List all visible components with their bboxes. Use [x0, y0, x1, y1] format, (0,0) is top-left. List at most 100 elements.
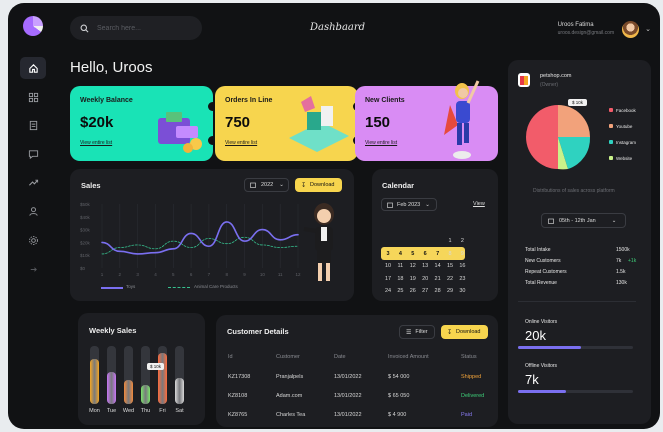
legend-swatch-animal-care [168, 287, 190, 288]
user-name: Uroos Fatima [557, 22, 594, 28]
sidebar-item-messages[interactable] [20, 143, 46, 165]
table-cell-customer: Pranjalpels [276, 374, 304, 380]
x-tick-label: 4 [154, 272, 157, 277]
x-tick-label: 9 [243, 272, 246, 277]
page-title: Dashbaard [310, 22, 366, 33]
weekly-day-label: Tue [106, 408, 117, 414]
legend-label: Instagram [616, 139, 637, 145]
legend-label: Animal Care Products [194, 284, 238, 289]
stat-label: New Customers [525, 258, 561, 264]
view-list-link[interactable]: View entire list [80, 140, 112, 146]
table-row[interactable]: KZ8108 Adam.com 13/01/2022 $ 65 050 Delivere… [228, 393, 488, 401]
weekly-bar[interactable] [107, 372, 116, 404]
shop-role: (Owner) [540, 82, 559, 88]
view-list-link[interactable]: View entire list [225, 140, 257, 146]
app-logo [23, 16, 43, 36]
x-tick-label: 1 [101, 272, 104, 277]
legend-label: Facebook [616, 107, 636, 113]
sidebar-item-documents[interactable] [20, 114, 46, 136]
date-range-select[interactable]: 05th - 12th Jan ⌄ [541, 213, 626, 228]
user-menu[interactable]: Uroos Fatima uroos.design@gmail.com ⌄ [558, 16, 651, 42]
stat-card-orders[interactable]: Orders In Line 750 View entire list [215, 86, 358, 161]
topbar: Dashbaard Uroos Fatima uroos.design@gmai… [70, 16, 655, 42]
view-list-link[interactable]: View entire list [365, 140, 397, 146]
sales-download-button[interactable]: ↧ Download [295, 178, 342, 192]
calendar-day[interactable]: 16 [455, 261, 469, 271]
table-cell-amount: $ 65 050 [388, 393, 410, 399]
weekly-sales-title: Weekly Sales [89, 326, 137, 335]
table-cell-amount: $ 4 900 [388, 412, 407, 418]
weekly-bar[interactable] [141, 385, 150, 404]
weekly-bar[interactable] [90, 358, 99, 404]
year-select[interactable]: 2022 ⌄ [244, 178, 289, 192]
x-tick-label: 8 [225, 272, 228, 277]
online-visitors-label: Online Visitors [525, 319, 558, 325]
filter-icon: ☰ [406, 329, 412, 336]
table-cell-status: Paid [461, 412, 473, 418]
calendar-title: Calendar [382, 181, 415, 190]
calendar-day[interactable]: 9 [455, 249, 469, 259]
search-box[interactable] [70, 16, 202, 40]
weekly-bar[interactable] [158, 352, 167, 404]
table-cell-customer: Adam.com [276, 393, 303, 399]
sidebar-item-grid[interactable] [20, 86, 46, 108]
legend-swatch [609, 124, 613, 128]
table-row[interactable]: KZ8765 Charles Tea 13/01/2022 $ 4 900 Paid [228, 412, 488, 420]
weekly-day-label: Fri [159, 408, 166, 414]
user-icon [28, 206, 38, 216]
wallet-illustration [158, 112, 202, 153]
chevron-down-icon: ⌄ [279, 182, 284, 188]
shopping-illustration [289, 96, 349, 152]
calendar-view-link[interactable]: View [473, 201, 485, 207]
legend-swatch [609, 140, 613, 144]
sidebar-item-logout[interactable] [20, 258, 46, 280]
filter-button[interactable]: ☰ Filter [399, 325, 435, 339]
table-row[interactable]: KZ17308 Pranjalpels 13/01/2022 $ 54 000 Ship… [228, 374, 488, 382]
calendar-day[interactable]: 2 [455, 236, 469, 246]
month-select[interactable]: Feb 2023 ⌄ [381, 198, 437, 211]
sidebar-item-analytics[interactable] [20, 171, 46, 193]
legend-label: Toys [126, 284, 136, 289]
weekly-day-label: Sat [175, 408, 184, 414]
chevron-down-icon: ⌄ [425, 201, 430, 208]
offline-visitors-label: Offline Visitors [525, 363, 558, 369]
stat-change: +1k [628, 258, 637, 264]
y-tick-label: $10k [80, 253, 91, 258]
platform-pie-chart [526, 105, 591, 170]
weekly-bar[interactable] [124, 379, 133, 404]
weekly-tooltip: $ 10k [147, 363, 165, 370]
sidebar-item-home[interactable] [20, 57, 46, 79]
download-icon: ↧ [447, 329, 453, 336]
x-tick-label: 6 [190, 272, 193, 277]
avatar[interactable] [622, 20, 640, 38]
weekly-day-label: Wed [122, 408, 135, 414]
calendar-icon [548, 218, 554, 224]
sidebar-item-profile[interactable] [20, 200, 46, 222]
offline-visitors-value: 7k [525, 372, 539, 387]
document-icon [29, 120, 37, 130]
table-cell-date: 13/01/2022 [334, 374, 362, 380]
stat-card-weekly-balance[interactable]: Weekly Balance $20k View entire list [70, 86, 213, 161]
calendar-day[interactable]: 23 [455, 274, 469, 284]
weekly-bar[interactable] [175, 377, 184, 404]
home-icon [28, 63, 38, 73]
table-cell-amount: $ 54 000 [388, 374, 410, 380]
month-value: Feb 2023 [397, 201, 421, 208]
year-value: 2022 [261, 182, 274, 188]
column-header: Status [461, 354, 477, 360]
calendar-icon [387, 202, 393, 208]
sidebar [8, 3, 60, 429]
chevron-down-icon[interactable]: ⌄ [645, 25, 651, 33]
customers-download-button[interactable]: ↧ Download [441, 325, 488, 339]
calendar-icon [250, 182, 256, 188]
calendar-day[interactable]: 30 [455, 286, 469, 296]
search-input[interactable] [97, 24, 187, 32]
y-tick-label: $20k [80, 240, 91, 245]
pie-tooltip: $ 10k [568, 99, 588, 106]
sidebar-item-settings[interactable] [20, 229, 46, 251]
x-tick-label: 10 [260, 272, 266, 277]
greeting: Hello, Uroos [70, 59, 153, 76]
sales-chart: $50k$40k$30k$20k$10k$01 2 3 4 5 6 7 8 9 10 11 12 [80, 202, 301, 277]
chevron-down-icon: ⌄ [611, 217, 617, 224]
legend-label: Youtube [616, 123, 633, 129]
